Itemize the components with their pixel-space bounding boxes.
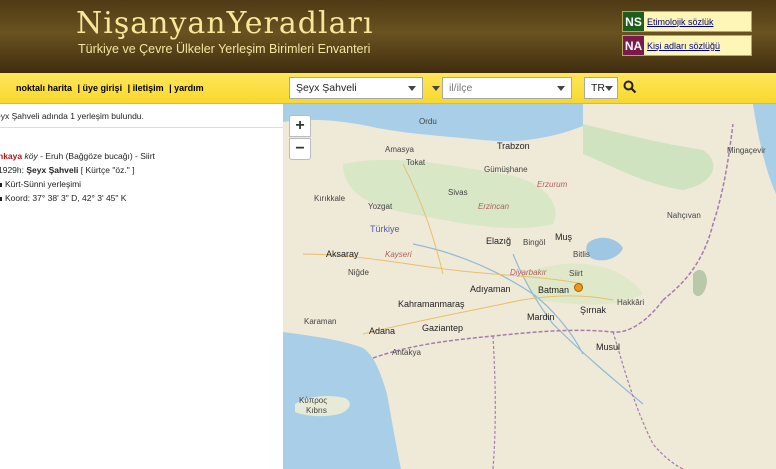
map-label: Siirt [569,269,583,278]
nav-links: noktalı harita | üye girişi | iletişim |… [16,83,207,93]
province-select[interactable]: il/ilçe [442,77,572,99]
map-label: Adana [369,326,396,336]
chevron-down-icon[interactable] [432,86,440,91]
bullet-icon [0,196,2,201]
entry-title-line: nkaya köy - Eruh (Bağgöze bucağı) - Siir… [0,149,155,163]
map-label: Bitlis [573,250,590,259]
map-label: Batman [538,285,570,295]
site-tagline: Türkiye ve Çevre Ülkeler Yerleşim Biriml… [78,42,371,56]
divider [0,127,283,128]
site-logo[interactable]: NişanyanYeradları [76,6,373,41]
chevron-down-icon [557,86,565,91]
map-label: Antakya [392,348,421,357]
map-label: Gümüşhane [484,165,528,174]
zoom-out-button[interactable]: − [289,138,311,160]
entry-old-name-line: 1929h: Şeyx Şahveli [ Kürtçe "öz." ] [0,163,155,177]
map-label: Şırnak [580,305,607,315]
map-label: Tokat [406,158,426,167]
entry-location: - Eruh (Bağgöze bucağı) - Siirt [37,151,155,161]
search-icon[interactable] [623,80,637,94]
etymology-dictionary-label: Etimolojik sözlük [647,16,714,27]
province-placeholder: il/ilçe [449,82,473,94]
map-label: Mingaçevir [727,146,766,155]
logo-part-1: Nişanyan [76,6,227,41]
nav-contact[interactable]: | iletişim [128,83,164,93]
nav-help[interactable]: | yardım [169,83,204,93]
zoom-in-button[interactable]: + [289,115,311,137]
map-view[interactable] [283,104,776,469]
chevron-down-icon [605,86,613,91]
map-label: Bingöl [523,238,546,247]
entry-note: [ Kürtçe "öz." ] [78,165,135,175]
map-label: Türkiye [370,224,400,234]
entry-type: köy [24,151,38,161]
nav-dotted-map[interactable]: noktalı harita [16,83,72,93]
map-label: Gaziantep [422,323,464,333]
etymology-dictionary-link[interactable]: NS Etimolojik sözlük [622,11,752,32]
language-value: TR [591,82,605,94]
map-label: Ordu [419,117,437,126]
entry-coords-line: Koord: 37° 38' 3" D, 42° 3' 45" K [0,191,155,205]
na-badge-icon: NA [623,36,644,55]
personal-names-dictionary-link[interactable]: NA Kişi adları sözlüğü [622,35,752,56]
map-label: Niğde [348,268,369,277]
place-name-select[interactable]: Şeyx Şahveli [289,77,423,99]
entry-old-name: Şeyx Şahveli [26,165,79,175]
map-label: Musul [596,342,621,352]
map-label: Sivas [448,188,468,197]
entry-name-link[interactable]: nkaya [0,151,22,161]
result-count: eyx Şahveli adında 1 yerleşim bulundu. [0,111,144,121]
map-label: Karaman [304,317,337,326]
app-root: NişanyanYeradları Türkiye ve Çevre Ülkel… [0,0,776,469]
map-label: Adıyaman [470,284,511,294]
results-panel: eyx Şahveli adında 1 yerleşim bulundu. n… [0,104,283,469]
map-label: Trabzon [497,141,530,151]
map-canvas [283,104,776,469]
chevron-down-icon [408,86,416,91]
map-label: Erzincan [478,202,510,211]
map-label: Elazığ [486,236,512,246]
map-label: Κύπρος [299,396,328,405]
site-header: NişanyanYeradları Türkiye ve Çevre Ülkel… [0,0,776,73]
map-label: Kırıkkale [314,194,346,203]
map-label: Muş [555,232,573,242]
logo-part-2: Yeradları [226,6,374,41]
nav-member-login[interactable]: | üye girişi [78,83,123,93]
map-label: Aksaray [326,249,359,259]
entry-coords: Koord: 37° 38' 3" D, 42° 3' 45" K [5,193,127,203]
result-entry: nkaya köy - Eruh (Bağgöze bucağı) - Siir… [0,149,155,205]
settlement-marker[interactable] [574,283,583,292]
map-label: Kahramanmaraş [398,299,465,309]
map-label: Nahçıvan [667,211,701,220]
place-name-value: Şeyx Şahveli [296,82,357,94]
bullet-icon [0,182,2,187]
map-label: Diyarbakır [510,268,547,277]
entry-settlement-line: Kürt-Sünni yerleşimi [0,177,155,191]
map-label: Kıbrıs [306,406,327,415]
map-label: Yozgat [368,202,393,211]
ns-badge-icon: NS [623,12,644,31]
map-label: Hakkâri [617,298,645,307]
entry-year-prefix: 1929h: [0,165,27,175]
map-label: Kayseri [385,250,412,259]
language-select[interactable]: TR [584,77,618,99]
map-label: Mardin [527,312,555,322]
map-label: Erzurum [537,180,568,189]
map-label: Amasya [385,145,414,154]
entry-settlement: Kürt-Sünni yerleşimi [5,179,82,189]
personal-names-dictionary-label: Kişi adları sözlüğü [647,40,721,51]
